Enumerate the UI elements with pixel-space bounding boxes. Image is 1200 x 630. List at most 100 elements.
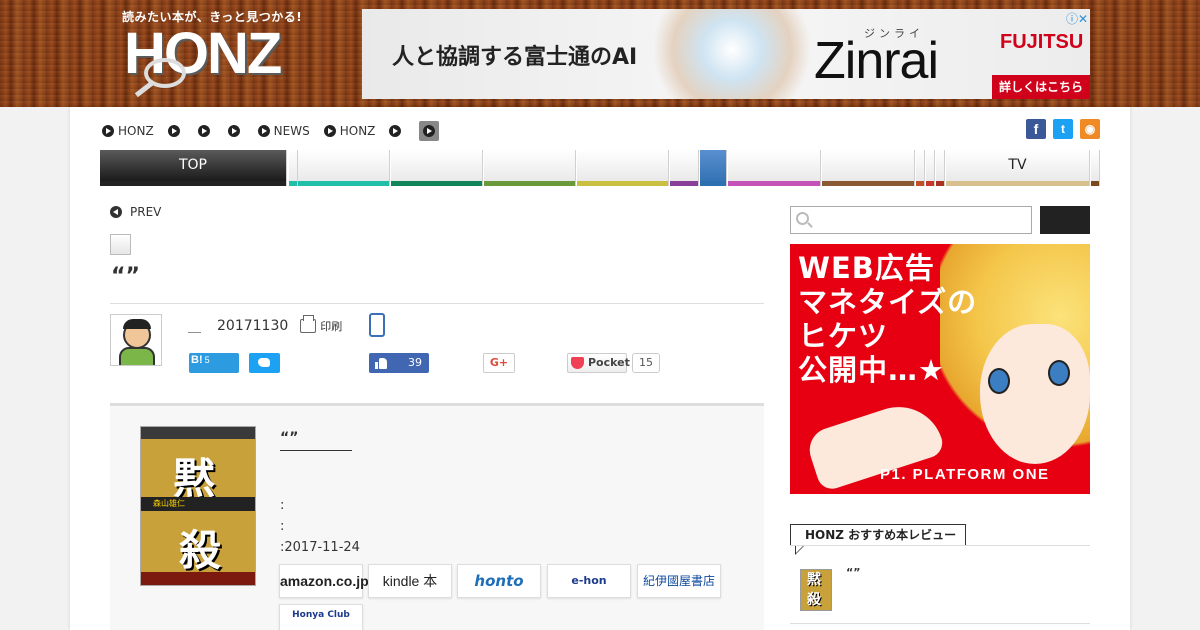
breadcrumb-current [419,121,440,141]
mobile-icon[interactable] [369,313,385,337]
breadcrumb-item[interactable] [389,125,405,137]
ad-visual [647,9,817,99]
thumb-kanji-2: 殺 [807,592,821,608]
nav-tab[interactable] [484,150,576,186]
arrow-right-icon [257,125,270,137]
nav-tab-underline [728,181,820,186]
facebook-icon[interactable]: f [1026,119,1046,139]
breadcrumb-item[interactable]: NEWS [257,124,310,138]
search-input[interactable] [790,206,1032,234]
site-logo[interactable]: 読みたい本が、きっと見つかる! HONZ [122,8,302,98]
ad-choices-icon[interactable]: ⓘ✕ [1066,10,1088,27]
nav-tab-underline [100,181,286,186]
pocket-icon [571,357,584,369]
nav-tab[interactable] [289,150,298,186]
divider [790,545,1090,546]
nav-tab[interactable] [298,150,390,186]
nav-tab[interactable] [700,150,727,186]
nav-tab[interactable] [926,150,935,186]
google-plus-button[interactable]: G+ [483,353,515,373]
facebook-like-button[interactable]: 39 [369,353,429,373]
ad-brand: Zinrai [814,32,939,90]
arrow-right-icon [389,125,402,137]
article-meta: ＿ 20171130 印刷 [188,314,342,335]
nav-tab-underline [289,181,297,186]
search-button[interactable] [1040,206,1090,234]
nav-tab[interactable] [1091,150,1100,186]
nav-tab-top[interactable]: TOP [100,150,287,186]
nav-tab[interactable] [936,150,945,186]
divider [790,623,1090,624]
book-title: “” [280,430,353,451]
rss-icon[interactable]: ◉ [1080,119,1100,139]
avatar-body [119,347,155,365]
hatena-bookmark-button[interactable]: B! 5 [189,353,239,373]
prev-link[interactable]: PREV [110,205,161,219]
breadcrumb-item[interactable] [167,125,184,137]
nav-tab-tv[interactable]: TV [946,150,1090,186]
arrow-right-icon [167,125,180,137]
author-name[interactable]: ＿ [188,316,201,335]
honto-button[interactable]: honto [457,564,541,598]
nav-tab[interactable] [391,150,483,186]
nav-tab-underline [946,181,1089,186]
breadcrumb-item[interactable]: HONZ [102,124,154,138]
arrow-left-icon [110,206,122,218]
author-avatar[interactable] [110,314,162,366]
social-follow-links: f t ◉ [1026,119,1100,139]
category-badge[interactable] [110,234,131,255]
nav-tab-underline [700,181,726,186]
breadcrumb-item[interactable] [227,125,244,137]
nav-tab-underline [298,181,389,186]
nav-tab-underline [916,181,924,186]
amazon-button[interactable]: amazon.co.jp [279,564,369,598]
ad-headline: 人と協調する富士通のAI [392,45,638,70]
like-count: 39 [408,356,422,369]
twitter-bird-icon [258,358,270,367]
ad-company-logo: FUJITSU [1000,31,1084,53]
cover-author: 森山雄仁 [141,497,255,511]
breadcrumb: HONZ NEWS HONZ [102,121,453,141]
book-cover[interactable]: 黙 森山雄仁 殺 [140,426,256,586]
search-icon [796,212,809,225]
ehon-button[interactable]: e-hon [547,564,631,598]
breadcrumb-item[interactable]: HONZ [323,124,376,138]
printer-icon [300,314,317,333]
ad-illustration-face [980,324,1090,464]
top-ad-banner[interactable]: 人と協調する富士通のAI ジンライ Zinrai FUJITSU 詳しくはこちら… [362,9,1090,99]
honya-club-button[interactable]: Honya Club [279,604,363,630]
pocket-button[interactable]: Pocket [567,353,630,373]
ad-illustration-eye [1048,360,1070,386]
twitter-icon[interactable]: t [1053,119,1073,139]
nav-tab-underline [484,181,575,186]
book-meta-publisher: : [280,519,285,534]
arrow-right-icon [423,125,436,137]
publish-date: 20171130 [217,317,289,334]
recommend-thumbnail[interactable]: 黙 殺 [800,569,832,611]
thumb-kanji-1: 黙 [807,572,821,588]
nav-tab-underline [936,181,944,186]
cover-footer [141,572,255,585]
ad-cta-button[interactable]: 詳しくはこちら [992,75,1090,99]
nav-tab[interactable] [728,150,821,186]
kindle-button[interactable]: kindle 本 [368,564,452,598]
nav-tab-label: TV [1008,157,1027,173]
breadcrumb-label: HONZ [339,124,376,138]
nav-tab[interactable] [916,150,925,186]
ad-brand-logo: P1. PLATFORM ONE [880,466,1050,483]
book-meta-date: :2017-11-24 [280,540,360,555]
twitter-share-button[interactable] [249,353,280,373]
current-page-marker [419,121,440,141]
nav-tab[interactable] [577,150,669,186]
nav-tab-underline [822,181,914,186]
sidebar-ad[interactable]: WEB広告 マネタイズの ヒケツ 公開中…★ P1. PLATFORM ONE [790,244,1090,494]
nav-tab[interactable] [670,150,699,186]
recommend-item-title[interactable]: “” [846,566,860,579]
nav-tab[interactable] [822,150,915,186]
ad-line-3: ヒケツ [798,319,889,353]
nav-tab-underline [391,181,482,186]
nav-tab-underline [926,181,934,186]
print-button[interactable]: 印刷 [300,314,342,334]
kinokuniya-button[interactable]: 紀伊國屋書店 [637,564,721,598]
breadcrumb-item[interactable] [197,125,214,137]
